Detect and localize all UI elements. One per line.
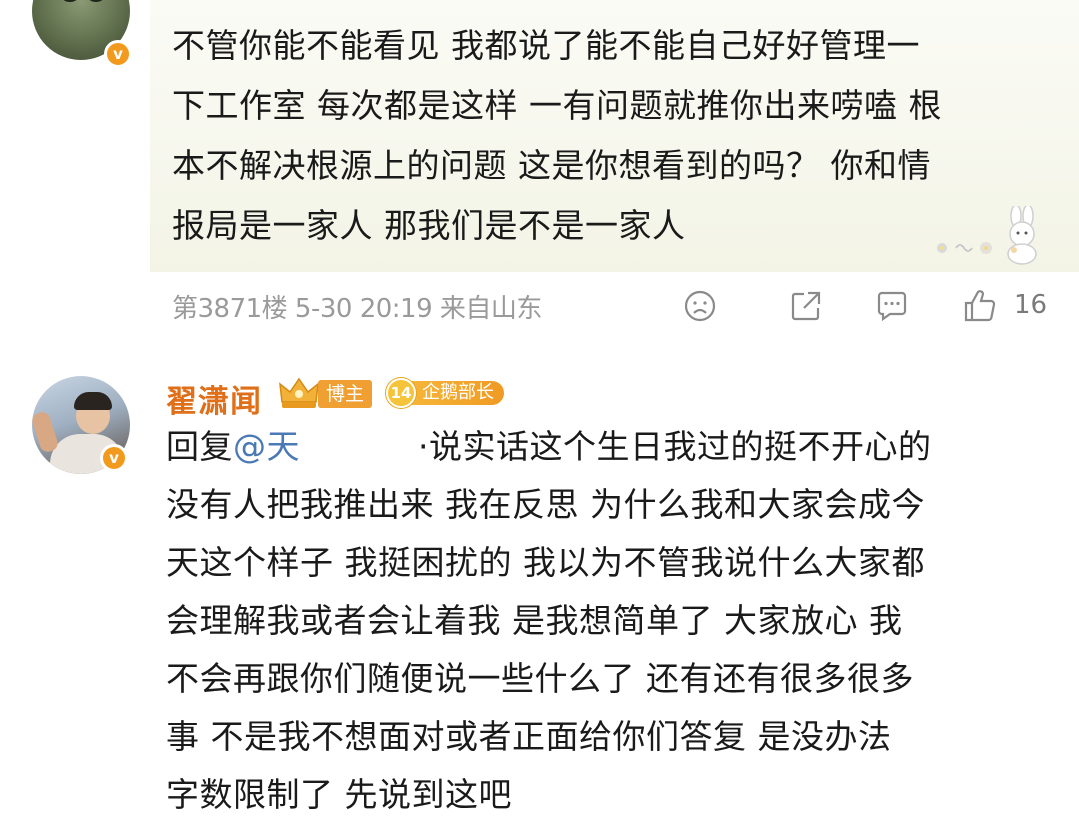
bunny-sticker-icon — [1007, 206, 1037, 265]
verified-badge-icon: v — [104, 40, 132, 68]
reply-line: 不会再跟你们随便说一些什么了 还有还有很多很多 — [166, 659, 914, 698]
mention-link[interactable]: @天 — [233, 427, 300, 466]
reply-prefix: 回复 — [166, 427, 233, 466]
avatar-eye — [88, 0, 104, 2]
share-icon[interactable] — [788, 288, 824, 324]
frown-icon[interactable] — [682, 288, 718, 324]
comment-line: 下工作室 每次都是这样 一有问题就推你出来唠嗑 根 — [172, 86, 942, 125]
comment-line: 本不解决根源上的问题 这是你想看到的吗？ 你和情 — [172, 146, 931, 185]
comment-line: 不管你能不能看见 我都说了能不能自己好好管理一 — [172, 26, 920, 65]
comment-line: 报局是一家人 那我们是不是一家人 — [172, 206, 686, 245]
reply-line: 会理解我或者会让着我 是我想简单了 大家放心 我 — [166, 601, 903, 640]
crown-icon — [279, 377, 319, 408]
mention-tail: · — [418, 427, 429, 466]
comment-icon[interactable] — [874, 288, 910, 324]
username[interactable]: 翟潇闻 — [166, 376, 262, 421]
like-count: 16 — [1014, 290, 1048, 320]
blogger-badge: 博主 — [318, 380, 373, 408]
reply-line: 事 不是我不想面对或者正面给你们答复 是没办法 — [166, 717, 892, 756]
avatar-figure — [74, 392, 112, 410]
reply-line: 没有人把我推出来 我在反思 为什么我和大家会成今 — [166, 485, 925, 524]
avatar-eye — [62, 0, 78, 2]
comment-thread: v 不管你能不能看见 我都说了能不能自己好好管理一 下工作室 每次都是这样 一有… — [0, 0, 1079, 833]
level-badge-label: 企鹅部长 — [404, 381, 504, 405]
thumbs-up-icon[interactable] — [962, 288, 998, 324]
comment-text: 不管你能不能看见 我都说了能不能自己好好管理一 下工作室 每次都是这样 一有问题… — [172, 16, 1052, 256]
verified-badge-icon: v — [100, 444, 128, 472]
reply-line: 天这个样子 我挺困扰的 我以为不管我说什么大家都 — [166, 543, 925, 582]
reply-first-line: 回复@天 ·说实话这个生日我过的挺不开心的 — [166, 418, 1056, 476]
avatar-figure — [32, 410, 60, 454]
level-badge-number: 14 — [386, 378, 416, 408]
reply-text: 回复@天 ·说实话这个生日我过的挺不开心的 没有人把我推出来 我在反思 为什么我和… — [166, 418, 1056, 824]
reply-line: 字数限制了 先说到这吧 — [166, 775, 512, 814]
reply-first-text: 说实话这个生日我过的挺不开心的 — [429, 427, 932, 466]
flower-decoration-icon — [937, 242, 992, 254]
comment-meta: 第3871楼 5-30 20:19 来自山东 — [172, 294, 542, 324]
